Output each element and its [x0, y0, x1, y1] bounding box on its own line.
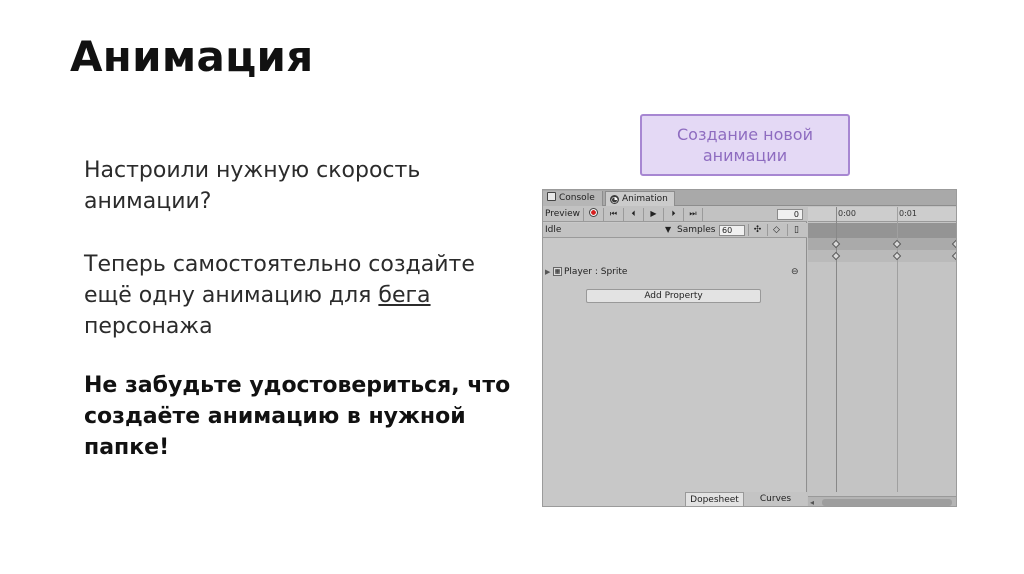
unity-animation-window: Console ◔ Animation Preview ⏮ ⏴ ▶ ⏵ ⏭ 0 I…	[542, 189, 957, 507]
prev-key-icon: ⏴	[631, 209, 636, 218]
expand-arrow-icon[interactable]: ▶	[545, 266, 550, 278]
scroll-thumb[interactable]	[822, 499, 952, 506]
animation-left-panel: Preview ⏮ ⏴ ▶ ⏵ ⏭ 0 Idle ▼ Samples 60 ✣ …	[543, 207, 807, 506]
first-key-button[interactable]: ⏮	[603, 208, 623, 221]
property-row[interactable]: ▶ ▦ Player : Sprite ⊖	[543, 265, 807, 279]
preview-button[interactable]: Preview	[545, 208, 583, 221]
slide-title: Анимация	[70, 32, 314, 81]
frame-field[interactable]: 0	[777, 209, 803, 220]
clip-dropdown[interactable]: Idle	[545, 224, 561, 236]
next-key-button[interactable]: ⏵	[663, 208, 683, 221]
tab-animation[interactable]: ◔ Animation	[605, 191, 675, 206]
add-keyframe-icon[interactable]: ✣	[748, 224, 766, 236]
minus-icon[interactable]: ⊖	[791, 266, 799, 278]
first-key-icon: ⏮	[609, 209, 618, 218]
prev-key-button[interactable]: ⏴	[623, 208, 643, 221]
instruction-text: Теперь самостоятельно создайте ещё одну …	[84, 249, 524, 342]
tab-console-label: Console	[559, 193, 595, 203]
warning-text: Не забудьте удостовериться, что создаёте…	[84, 373, 511, 460]
last-key-button[interactable]: ⏭	[683, 208, 703, 221]
samples-field[interactable]: 60	[719, 225, 745, 236]
horizontal-scrollbar[interactable]: ◂	[808, 496, 956, 506]
time-ruler[interactable]: 0:00 0:01	[808, 207, 956, 222]
samples-label: Samples	[677, 225, 716, 235]
question-text: Настроили нужную скорость анимации?	[84, 158, 421, 214]
add-event-icon[interactable]: ◇	[767, 224, 785, 236]
keyframe-row	[808, 238, 956, 250]
frame-line	[836, 207, 837, 492]
sprite-icon: ▦	[553, 267, 562, 276]
clip-row: Idle ▼ Samples 60 ✣ ◇ ▯	[543, 223, 807, 238]
view-tabs: Dopesheet Curves	[543, 492, 807, 506]
tick-label: 0:01	[899, 209, 917, 218]
tick-label: 0:00	[838, 209, 856, 218]
create-animation-callout: Создание новой анимации	[640, 114, 850, 176]
slide: Анимация Настроили нужную скорость анима…	[0, 0, 1024, 574]
instruction-text-after: персонажа	[84, 314, 213, 339]
property-label: Player : Sprite	[564, 267, 628, 277]
frame-line	[897, 207, 898, 492]
tab-console[interactable]: Console	[543, 191, 603, 206]
next-key-icon: ⏵	[671, 209, 676, 218]
add-property-button[interactable]: Add Property	[586, 289, 761, 303]
summary-row	[808, 223, 956, 238]
console-icon	[547, 192, 556, 201]
timeline-panel[interactable]: 0:00 0:01 ◂	[808, 207, 956, 506]
tab-animation-label: Animation	[622, 194, 668, 204]
last-key-icon: ⏭	[689, 209, 697, 218]
play-icon: ▶	[650, 209, 657, 218]
dropdown-arrow-icon[interactable]: ▼	[665, 224, 671, 236]
window-tabbar: Console ◔ Animation	[543, 190, 956, 206]
animation-icon: ◔	[610, 195, 619, 204]
record-icon	[589, 208, 598, 217]
tab-dopesheet[interactable]: Dopesheet	[685, 492, 743, 506]
play-button[interactable]: ▶	[643, 208, 663, 221]
event-marker-icon[interactable]: ▯	[787, 224, 805, 236]
record-button[interactable]	[583, 208, 603, 221]
playback-toolbar: Preview ⏮ ⏴ ▶ ⏵ ⏭ 0	[543, 207, 807, 222]
scroll-left-icon[interactable]: ◂	[810, 497, 814, 506]
keyframe-row-property	[808, 250, 956, 262]
tab-curves[interactable]: Curves	[743, 492, 807, 506]
instruction-text-underlined: бега	[378, 283, 431, 308]
